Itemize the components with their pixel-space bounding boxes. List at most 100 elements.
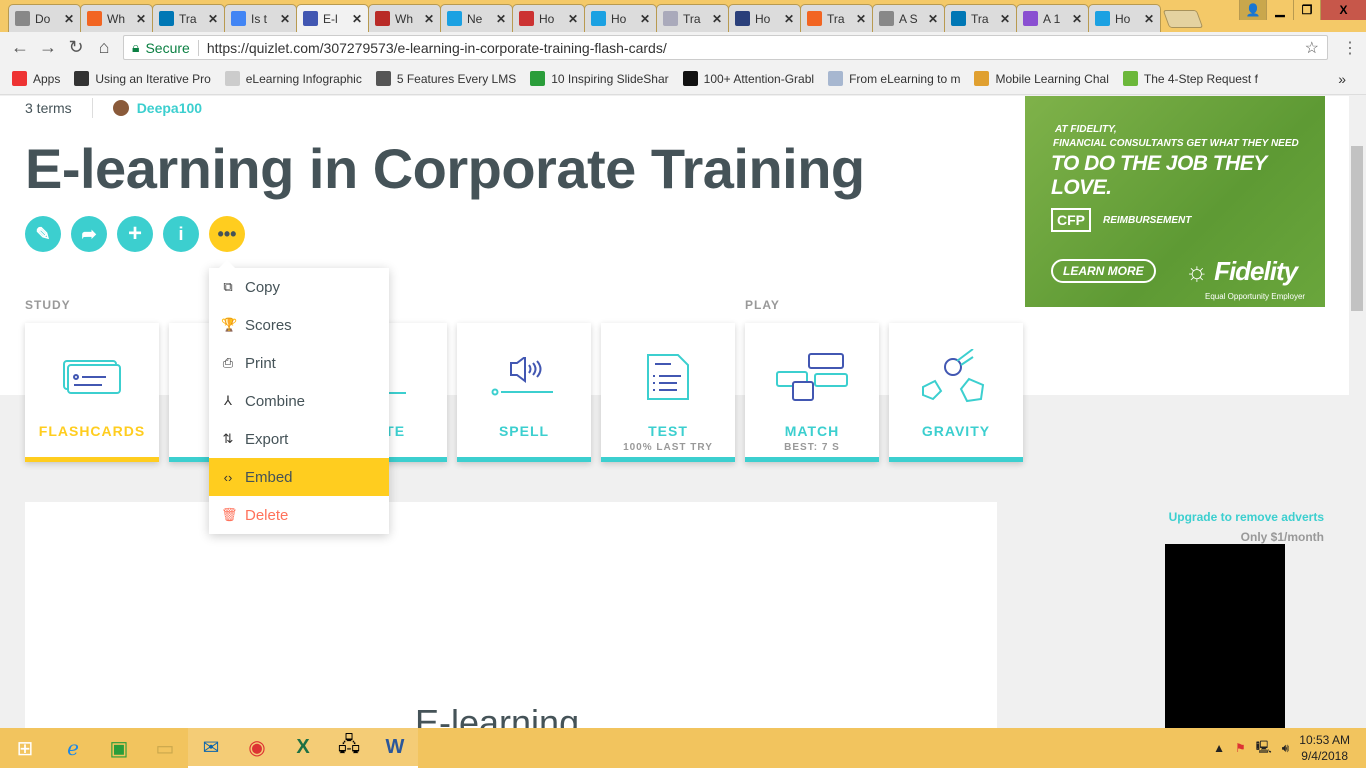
chrome-button[interactable]: ◉ [234, 728, 280, 768]
menu-item-scores[interactable]: 🏆 Scores [209, 306, 389, 344]
volume-icon[interactable]: 🔊︎ [1282, 741, 1290, 756]
mode-card-spell[interactable]: SPELL [457, 323, 591, 462]
bookmark-2[interactable]: eLearning Infographic [224, 71, 362, 86]
close-tab-icon[interactable]: ✕ [64, 12, 74, 26]
close-tab-icon[interactable]: ✕ [1000, 12, 1010, 26]
tab-11[interactable]: Tra ✕ [800, 4, 873, 32]
tab-6[interactable]: Ne ✕ [440, 4, 513, 32]
tab-3[interactable]: Is t ✕ [224, 4, 297, 32]
lock-icon: 🔒︎ [132, 39, 140, 55]
action-center-icon[interactable]: ⚑ [1235, 741, 1246, 755]
scrollbar-thumb[interactable] [1351, 146, 1363, 311]
tab-0[interactable]: Do ✕ [8, 4, 81, 32]
close-tab-icon[interactable]: ✕ [928, 12, 938, 26]
menu-item-embed[interactable]: ‹› Embed [209, 458, 389, 496]
ms-icon [663, 11, 678, 26]
bookmark-3[interactable]: 5 Features Every LMS [375, 71, 516, 86]
start-button[interactable]: ⊞ [0, 728, 50, 768]
back-button[interactable]: ← [6, 37, 34, 58]
explorer-button[interactable]: ▭ [142, 728, 188, 768]
bookmark-7[interactable]: Mobile Learning Chal [974, 71, 1109, 86]
scrollbar[interactable] [1349, 96, 1366, 728]
tab-15[interactable]: Ho ✕ [1088, 4, 1161, 32]
menu-item-delete[interactable]: 🗑 Delete [209, 496, 389, 534]
tab-9[interactable]: Tra ✕ [656, 4, 729, 32]
network-app-button[interactable]: 🖧 [326, 728, 372, 768]
share-button[interactable]: ➦ [71, 216, 107, 252]
profile-button[interactable]: 👤 [1239, 0, 1266, 20]
mode-card-flashcards[interactable]: FLASHCARDS [25, 323, 159, 462]
set-actions: ✎ ➦ + i ••• [25, 216, 245, 252]
tab-13[interactable]: Tra ✕ [944, 4, 1017, 32]
close-tab-icon[interactable]: ✕ [1072, 12, 1082, 26]
clock[interactable]: 10:53 AM 9/4/2018 [1299, 732, 1350, 764]
close-tab-icon[interactable]: ✕ [784, 12, 794, 26]
info-button[interactable]: i [163, 216, 199, 252]
tab-5[interactable]: Wh ✕ [368, 4, 441, 32]
bookmark-0[interactable]: Apps [12, 71, 60, 86]
store-button[interactable]: ▣ [96, 728, 142, 768]
bookmark-8[interactable]: The 4-Step Request f [1122, 71, 1258, 86]
tab-12[interactable]: A S ✕ [872, 4, 945, 32]
close-tab-icon[interactable]: ✕ [712, 12, 722, 26]
menu-item-print[interactable]: ⎙ Print [209, 344, 389, 382]
flashcard-preview[interactable]: E-learning [25, 502, 997, 728]
tab-4[interactable]: E-l ✕ [296, 4, 369, 32]
more-button[interactable]: ••• [209, 216, 245, 252]
plus-icon: + [127, 220, 142, 247]
mode-card-test[interactable]: TEST 100% LAST TRY [601, 323, 735, 462]
close-tab-icon[interactable]: ✕ [352, 12, 362, 26]
close-tab-icon[interactable]: ✕ [1144, 12, 1154, 26]
close-tab-icon[interactable]: ✕ [424, 12, 434, 26]
home-button[interactable]: ⌂ [90, 37, 118, 58]
outlook-button[interactable]: ✉ [188, 728, 234, 768]
new-tab-button[interactable] [1162, 10, 1204, 28]
bookmark-1[interactable]: Using an Iterative Pro [74, 71, 211, 86]
restore-button[interactable]: ❐ [1293, 0, 1320, 20]
minimize-button[interactable]: ▁ [1266, 0, 1293, 20]
mode-card-gravity[interactable]: GRAVITY [889, 323, 1023, 462]
bookmark-5[interactable]: 100+ Attention-Grabl [682, 71, 814, 86]
menu-item-combine[interactable]: ⅄ Combine [209, 382, 389, 420]
learn-more-button[interactable]: LEARN MORE [1051, 259, 1156, 283]
tab-14[interactable]: A 1 ✕ [1016, 4, 1089, 32]
fidelity-ad[interactable]: AT FIDELITY, FINANCIAL CONSULTANTS GET W… [1025, 96, 1325, 307]
close-tab-icon[interactable]: ✕ [208, 12, 218, 26]
menu-item-copy[interactable]: ⧉ Copy [209, 268, 389, 306]
tab-2[interactable]: Tra ✕ [152, 4, 225, 32]
show-hidden-icons-button[interactable]: ▲ [1213, 741, 1225, 755]
mode-card-match[interactable]: MATCH BEST: 7 S [745, 323, 879, 462]
browser-menu-icon[interactable]: ⋮ [1342, 38, 1358, 58]
bookmark-6[interactable]: From eLearning to m [828, 71, 960, 86]
tab-10[interactable]: Ho ✕ [728, 4, 801, 32]
network-icon[interactable]: 🖳 [1256, 738, 1272, 759]
excel-button[interactable]: X [280, 728, 326, 768]
forward-button[interactable]: → [34, 37, 62, 58]
word-button[interactable]: W [372, 728, 418, 768]
close-window-button[interactable]: X [1320, 0, 1366, 20]
bookmark-4[interactable]: 10 Inspiring SlideShar [530, 71, 669, 86]
upgrade-link[interactable]: Upgrade to remove adverts [1169, 510, 1324, 524]
close-tab-icon[interactable]: ✕ [640, 12, 650, 26]
add-to-class-button[interactable]: + [117, 216, 153, 252]
divider [197, 39, 199, 56]
tab-1[interactable]: Wh ✕ [80, 4, 153, 32]
close-tab-icon[interactable]: ✕ [568, 12, 578, 26]
bookmarks-overflow-button[interactable]: » [1338, 71, 1346, 87]
set-meta: 3 terms Deepa100 [25, 98, 202, 118]
ie-icon: ℯ [67, 737, 79, 760]
bookmark-star-icon[interactable]: ☆ [1305, 38, 1319, 58]
close-tab-icon[interactable]: ✕ [136, 12, 146, 26]
reload-button[interactable]: ↻ [62, 37, 90, 58]
author-link[interactable]: Deepa100 [112, 100, 202, 116]
close-tab-icon[interactable]: ✕ [280, 12, 290, 26]
address-bar[interactable]: 🔒︎ Secure https://quizlet.com/307279573/… [123, 35, 1328, 60]
outlook-icon: ✉ [202, 736, 220, 759]
close-tab-icon[interactable]: ✕ [496, 12, 506, 26]
ie-button[interactable]: ℯ [50, 728, 96, 768]
edit-button[interactable]: ✎ [25, 216, 61, 252]
menu-item-export[interactable]: ⇅ Export [209, 420, 389, 458]
tab-7[interactable]: Ho ✕ [512, 4, 585, 32]
tab-8[interactable]: Ho ✕ [584, 4, 657, 32]
close-tab-icon[interactable]: ✕ [856, 12, 866, 26]
